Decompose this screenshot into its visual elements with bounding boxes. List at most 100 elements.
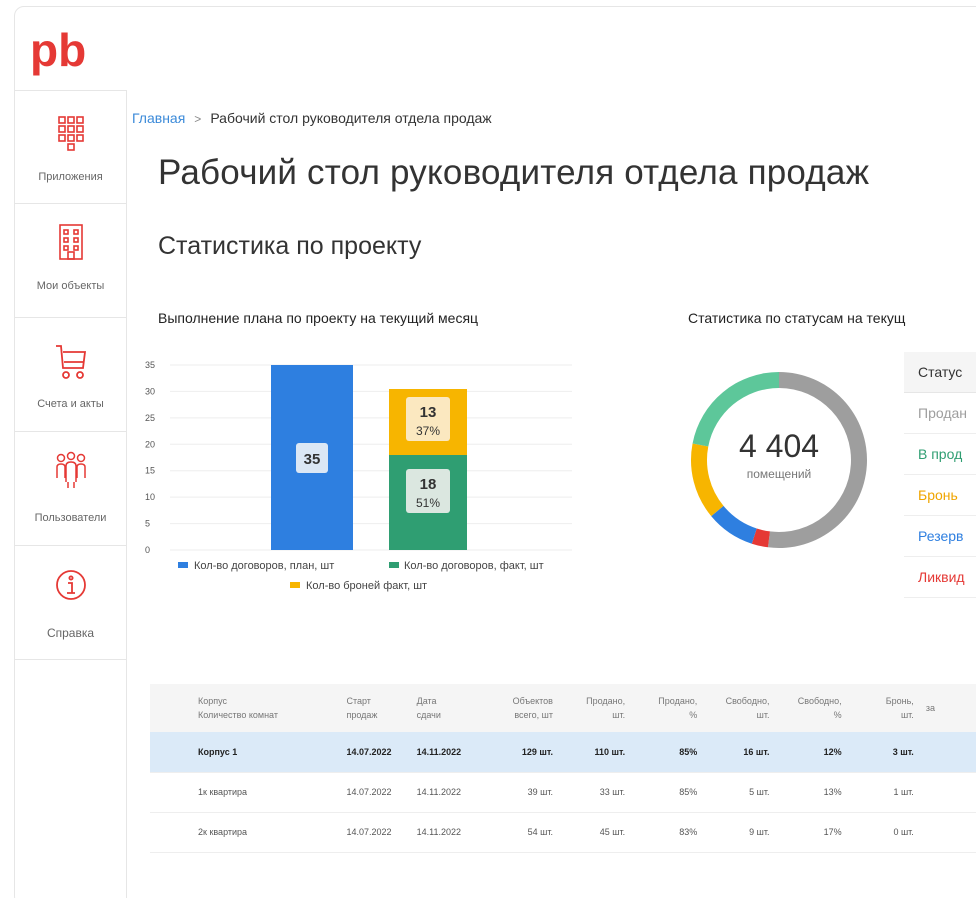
table-cell: 5 шт.: [703, 772, 776, 813]
status-row-booking[interactable]: Бронь: [904, 475, 976, 516]
col-header-extra[interactable]: за: [919, 684, 976, 732]
col-header-sold-percent[interactable]: Продано, %: [631, 684, 704, 732]
cart-icon: [55, 345, 86, 379]
breadcrumb: Главная > Рабочий стол руководителя отдела…: [132, 110, 492, 126]
y-tick-label: 15: [145, 466, 155, 476]
plan-chart-title: Выполнение плана по проекту на текущий м…: [158, 310, 479, 326]
total-count: 4 404: [738, 428, 820, 464]
legend-swatch-fact: [389, 562, 399, 568]
table-row[interactable]: 1к квартира 14.07.2022 14.11.2022 39 шт. 33 …: [150, 772, 976, 813]
y-tick-label: 5: [145, 519, 150, 529]
legend-label-booking[interactable]: Кол-во броней факт, шт: [306, 580, 427, 592]
status-row-on-sale[interactable]: В прод: [904, 434, 976, 475]
table-cell: 3 шт.: [847, 732, 920, 773]
status-table-header: Статус: [904, 352, 976, 393]
svg-text:pb: pb: [30, 26, 86, 76]
table-cell: 129 шт.: [482, 732, 559, 773]
col-header-delivery-date[interactable]: Дата сдачи: [410, 684, 483, 732]
users-icon: [55, 451, 86, 488]
col-header-total-objects[interactable]: Объектов всего, шт: [482, 684, 559, 732]
legend-swatch-plan: [178, 562, 188, 568]
table-cell: 85%: [631, 732, 704, 773]
sidebar-item-label: Приложения: [38, 171, 103, 183]
legend-label-fact[interactable]: Кол-во договоров, факт, шт: [404, 560, 544, 572]
bar-booking-percent: 37%: [416, 424, 440, 438]
table-cell: 110 шт.: [558, 732, 632, 773]
col-header-sold-count[interactable]: Продано, шт.: [558, 684, 632, 732]
table-cell: 14.07.2022: [340, 772, 411, 813]
sidebar-item-label: Справка: [46, 626, 95, 640]
table-cell: 16 шт.: [703, 732, 776, 773]
donut-center: 4 404 помещений: [674, 428, 884, 481]
table-cell: 85%: [631, 772, 704, 813]
section-title: Статистика по проекту: [158, 232, 422, 260]
col-header-sales-start[interactable]: Старт продаж: [340, 684, 411, 732]
table-cell: 39 шт.: [482, 772, 559, 813]
table-cell: 9 шт.: [703, 812, 776, 853]
y-tick-label: 25: [145, 413, 155, 423]
col-header-booking-count[interactable]: Бронь, шт.: [847, 684, 920, 732]
brand-logo[interactable]: pb: [30, 26, 100, 76]
status-row-reserve[interactable]: Резерв: [904, 516, 976, 557]
sidebar-item-objects[interactable]: Мои объекты: [14, 204, 127, 318]
col-header-free-percent[interactable]: Свободно, %: [775, 684, 848, 732]
donut-segment[interactable]: [711, 505, 757, 544]
status-table: Статус Продан В прод Бронь Резерв Ликвид: [904, 352, 976, 598]
table-row[interactable]: Корпус 1 14.07.2022 14.11.2022 129 шт. 110 ш…: [150, 732, 976, 773]
table-cell: 14.11.2022: [410, 812, 483, 853]
sidebar-item-help[interactable]: Справка: [14, 546, 127, 660]
y-tick-label: 20: [145, 439, 155, 449]
table-cell: 83%: [631, 812, 704, 853]
table-cell: [919, 812, 976, 853]
status-row-sold[interactable]: Продан: [904, 393, 976, 434]
sidebar-item-label: Мои объекты: [36, 280, 105, 292]
table-row[interactable]: 2к квартира 14.07.2022 14.11.2022 54 шт. 45 …: [150, 812, 976, 853]
table-cell: 14.07.2022: [340, 732, 411, 773]
col-header-free-count[interactable]: Свободно, шт.: [703, 684, 776, 732]
sidebar: Приложения Мои объекты Счета и акты Поль…: [14, 90, 127, 898]
status-chart-title: Статистика по статусам на текущ: [688, 310, 906, 326]
sidebar-item-label: Пользователи: [34, 512, 107, 524]
table-cell: 1к квартира: [150, 772, 341, 813]
sidebar-item-label: Счета и акты: [37, 398, 104, 410]
table-cell: 14.11.2022: [410, 772, 483, 813]
y-tick-label: 10: [145, 492, 155, 502]
table-cell: 54 шт.: [482, 812, 559, 853]
y-tick-label: 0: [145, 545, 150, 555]
bar-fact-percent: 51%: [416, 496, 440, 510]
table-cell: 14.11.2022: [410, 732, 483, 773]
bar-plan-value: 35: [304, 451, 321, 468]
info-icon: [55, 570, 86, 600]
table-cell: [919, 772, 976, 813]
table-cell: 12%: [775, 732, 848, 773]
breadcrumb-separator: >: [194, 112, 202, 126]
y-tick-label: 35: [145, 360, 155, 370]
plan-bar-chart: 35 30 25 20 15 10 5 0 35 18 51% 13 37% Кол-во д…: [145, 360, 572, 592]
status-row-liquid[interactable]: Ликвид: [904, 557, 976, 598]
table-cell: 17%: [775, 812, 848, 853]
table-cell: 13%: [775, 772, 848, 813]
breadcrumb-current: Рабочий стол руководителя отдела продаж: [210, 110, 492, 126]
table-cell: 14.07.2022: [340, 812, 411, 853]
table-cell: 2к квартира: [150, 812, 341, 853]
sales-table: Корпус Количество комнат Старт продаж Да…: [150, 684, 976, 853]
sidebar-item-users[interactable]: Пользователи: [14, 432, 127, 546]
page-title: Рабочий стол руководителя отдела продаж: [158, 153, 870, 192]
sidebar-item-invoices[interactable]: Счета и акты: [14, 318, 127, 432]
breadcrumb-home-link[interactable]: Главная: [132, 110, 185, 126]
legend-swatch-booking: [290, 582, 300, 588]
y-tick-label: 30: [145, 386, 155, 396]
building-icon: [58, 224, 83, 260]
bar-fact-value: 18: [420, 476, 437, 493]
table-cell: 1 шт.: [847, 772, 920, 813]
table-cell: [919, 732, 976, 773]
legend-label-plan[interactable]: Кол-во договоров, план, шт: [194, 560, 334, 572]
bar-booking-value: 13: [420, 404, 437, 421]
col-header-building[interactable]: Корпус Количество комнат: [150, 684, 341, 732]
table-cell: 45 шт.: [558, 812, 632, 853]
sidebar-item-apps[interactable]: Приложения: [14, 90, 127, 204]
table-cell: Корпус 1: [150, 732, 341, 773]
apps-grid-icon: [57, 116, 84, 151]
total-count-label: помещений: [746, 467, 812, 481]
table-cell: 33 шт.: [558, 772, 632, 813]
